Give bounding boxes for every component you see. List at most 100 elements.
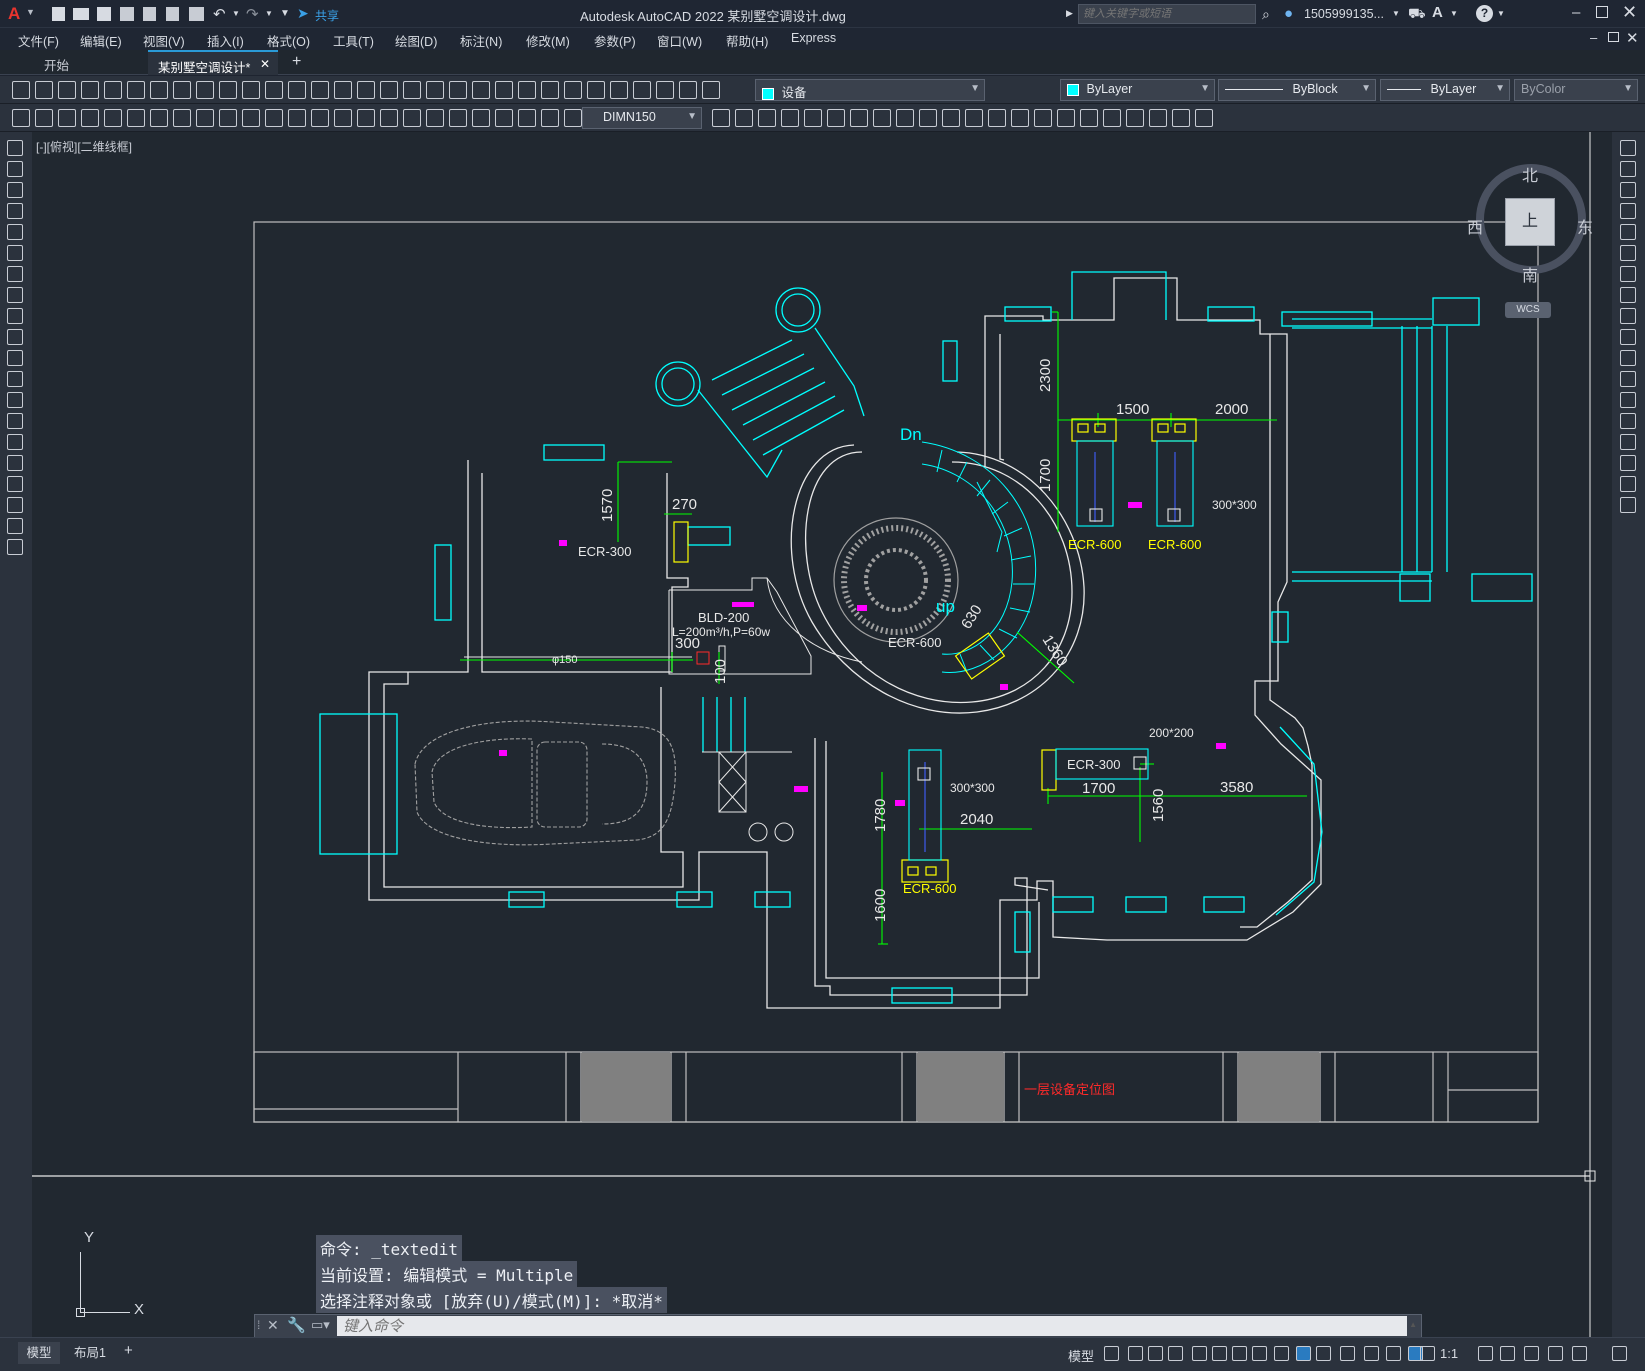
annotation-scale[interactable]: 1:1 [1440,1346,1458,1361]
view-icon[interactable] [495,109,513,127]
export-icon[interactable] [166,7,179,21]
menu-help[interactable]: 帮助(H) [726,31,768,50]
jogged-icon[interactable] [127,109,145,127]
snap-dropdown-icon[interactable] [1148,1346,1163,1361]
dimstyle-dropdown[interactable]: DIMN150 ▼ [582,107,702,129]
doc-close-icon[interactable]: ✕ [1626,29,1639,47]
sheet-set-icon[interactable] [449,81,467,99]
linetype-dropdown[interactable]: ByBlock ▼ [1218,79,1376,101]
layer-dropdown[interactable]: 设备 ▼ [755,79,985,101]
clean-screen-icon[interactable] [1572,1346,1587,1361]
autocad-logo[interactable]: A [8,4,20,24]
text-edit-icon[interactable] [1126,109,1144,127]
paste-icon[interactable] [196,81,214,99]
search-icon[interactable]: ⌕ [1262,6,1270,23]
ordinate-icon[interactable] [804,109,822,127]
chamfer-icon[interactable] [1620,434,1636,450]
inspect-icon[interactable] [1080,109,1098,127]
inspect-icon[interactable] [357,109,375,127]
rectangle-icon[interactable] [7,224,23,240]
material-icon[interactable] [564,109,582,127]
cart-icon[interactable]: ⛟ [1408,5,1426,24]
object-snap-tracking-icon[interactable] [1274,1346,1289,1361]
minimize-icon[interactable]: – [1572,4,1580,21]
mtext-icon[interactable] [7,518,23,534]
arc-length-icon[interactable] [58,109,76,127]
model-space-button[interactable]: 模型 [1068,1346,1094,1365]
viewcube[interactable]: 上 北 南 西 东 WCS [1467,152,1593,322]
qnew-icon[interactable] [12,81,30,99]
menu-modify[interactable]: 修改(M) [526,31,570,50]
properties-icon[interactable] [380,81,398,99]
menu-tools[interactable]: 工具(T) [333,31,374,50]
space-icon[interactable] [988,109,1006,127]
stretch-icon[interactable] [1620,308,1636,324]
radius-icon[interactable] [827,109,845,127]
open-icon[interactable] [656,81,674,99]
floor-plan-drawing[interactable]: 一层设备定位图 2300 1500 2000 1700 1570 270 300… [32,132,1612,1337]
continue-icon[interactable] [242,109,260,127]
zoom-previous-icon[interactable] [357,81,375,99]
menu-format[interactable]: 格式(O) [267,31,310,50]
polar-icon[interactable] [1192,1346,1207,1361]
baseline-icon[interactable] [219,109,237,127]
menu-edit[interactable]: 编辑(E) [80,31,122,50]
viewcube-south[interactable]: 南 [1522,262,1538,286]
menu-view[interactable]: 视图(V) [143,31,185,50]
break-icon[interactable] [288,109,306,127]
object-snap-dropdown-icon[interactable] [1316,1346,1331,1361]
construction-line-icon[interactable] [7,161,23,177]
oblique-icon[interactable] [1103,109,1121,127]
circle-icon[interactable] [7,266,23,282]
publish-icon[interactable] [127,81,145,99]
erase-icon[interactable] [1620,140,1636,156]
redo-icon[interactable]: ↷ [246,5,259,23]
maximize-icon[interactable] [1596,6,1608,18]
line-icon[interactable] [7,140,23,156]
plot-icon[interactable] [189,7,204,21]
viewcube-west[interactable]: 西 [1467,214,1483,238]
angular-icon[interactable] [173,109,191,127]
oblique-icon[interactable] [380,109,398,127]
lineweight-icon[interactable] [1340,1346,1355,1361]
isodraft-icon[interactable] [1232,1346,1247,1361]
help-search-input[interactable] [1078,4,1256,24]
zoom-realtime-icon[interactable] [311,81,329,99]
copy-icon[interactable] [173,81,191,99]
layer-previous-icon[interactable] [610,81,628,99]
linear-dim-icon[interactable] [735,109,753,127]
plotstyle-dropdown[interactable]: ByColor ▼ [1514,79,1638,101]
user-dropdown-icon[interactable]: ▼ [1392,9,1400,18]
tolerance-icon[interactable] [311,109,329,127]
transparency-icon[interactable] [1364,1346,1379,1361]
user-avatar-icon[interactable]: ● [1284,5,1293,22]
quick-dim-icon[interactable] [919,109,937,127]
markup-icon[interactable] [472,81,490,99]
doc-minimize-icon[interactable]: – [1590,30,1597,45]
fillet-icon[interactable] [1620,455,1636,471]
command-grip-icon[interactable]: ⁞ [257,1318,260,1332]
menu-dimension[interactable]: 标注(N) [460,31,502,50]
explode-icon[interactable] [1620,497,1636,513]
layout1-tab[interactable]: 布局1 [66,1342,114,1364]
search-expand-icon[interactable]: ▶ [1066,8,1073,19]
help-icon[interactable] [518,81,536,99]
baseline-icon[interactable] [942,109,960,127]
new-tab-icon[interactable]: + [292,53,301,71]
menu-file[interactable]: 文件(F) [18,31,59,50]
ordinate-icon[interactable] [81,109,99,127]
dim-update-icon[interactable] [1149,109,1167,127]
quickcalc-icon[interactable] [495,81,513,99]
arc-length-icon[interactable] [781,109,799,127]
layer-properties-icon[interactable] [541,81,559,99]
selection-cycling-icon[interactable] [1386,1346,1401,1361]
make-current-icon[interactable] [587,81,605,99]
tab-drawing[interactable]: 某别墅空调设计* ✕ [148,50,278,75]
command-prompt-icon[interactable]: ▭▾ [311,1317,330,1333]
wcs-button[interactable]: WCS [1505,302,1551,318]
grid-icon[interactable] [1104,1346,1119,1361]
region-icon[interactable] [7,476,23,492]
customize-qat-icon[interactable]: ▼ [280,8,290,19]
auto-scale-icon[interactable] [1420,1346,1435,1361]
text-edit-icon[interactable] [403,109,421,127]
